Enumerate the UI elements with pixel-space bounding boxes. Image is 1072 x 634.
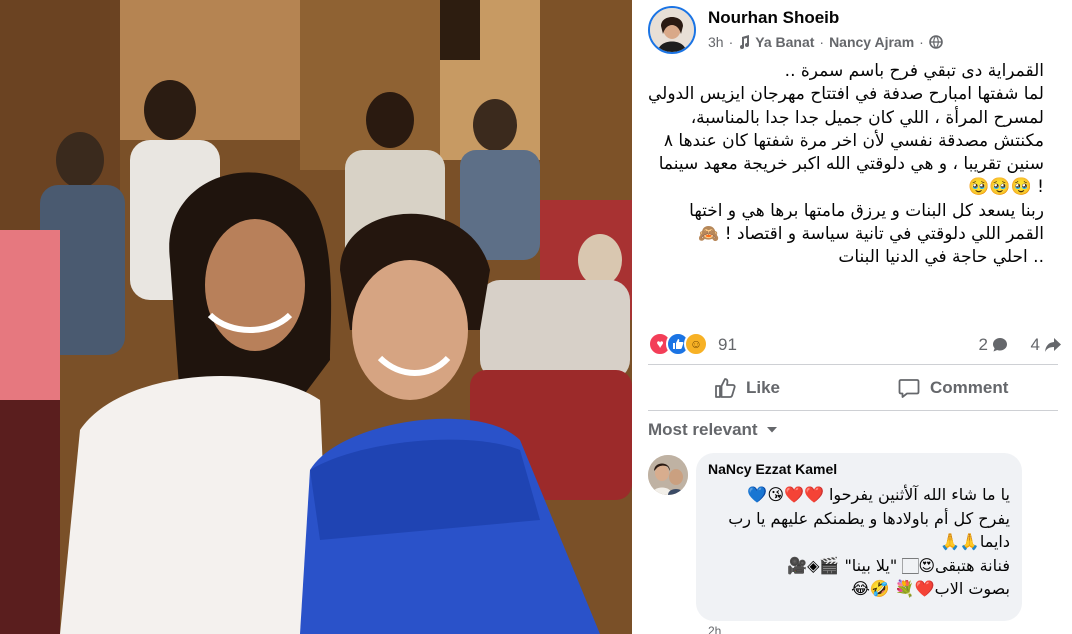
post-time[interactable]: 3h [708, 34, 724, 50]
photo-illustration [0, 0, 632, 634]
comment-filter-dropdown[interactable]: Most relevant [648, 420, 778, 440]
commenter-avatar-image [648, 455, 688, 495]
reactions-count[interactable]: 91 [718, 335, 737, 355]
comment-count-icon [993, 338, 1007, 352]
meta-separator: · [919, 34, 924, 50]
post-meta: 3h · Ya Banat · Nancy Ajram · [708, 34, 943, 50]
post-text-line: .. احلي حاجة في الدنيا البنات [838, 247, 1044, 268]
commenter-avatar[interactable] [648, 455, 688, 495]
post-text-line: ربنا يسعد كل البنات و يرزق مامتها برها ه… [689, 200, 1044, 245]
comment-icon [898, 379, 920, 398]
comment-text-line: يفرح كل أم باولادها و يطمنكم عليهم يا رب… [728, 508, 1010, 552]
post-text-line: لما شفتها امبارح صدفة في افتتاح مهرجان ا… [647, 84, 1044, 198]
share-count-icon [1045, 338, 1061, 352]
comment-time[interactable]: 2h [708, 624, 721, 634]
post-artist[interactable]: Nancy Ajram [829, 34, 914, 50]
comments-count: 2 [978, 335, 988, 354]
author-avatar[interactable] [648, 6, 696, 54]
like-button[interactable]: Like [714, 368, 780, 408]
comment-text-line: يا ما شاء الله آلأثنين يفرحوا ❤️❤️😘💙 [747, 485, 1010, 504]
music-note-icon [740, 35, 750, 49]
comment-label: Comment [930, 378, 1009, 397]
post-panel: Nourhan Shoeib 3h · Ya Banat · Nancy Ajr… [632, 0, 1072, 634]
comment-text-line: بصوت الاب❤️💐 🤣😂 [851, 579, 1010, 598]
comment-button[interactable]: Comment [898, 368, 1008, 408]
comment-filter-label: Most relevant [648, 420, 758, 439]
action-row: Like Comment [648, 368, 1058, 408]
divider [648, 364, 1058, 365]
globe-icon [929, 35, 943, 49]
chevron-down-icon [766, 427, 777, 433]
like-label: Like [746, 378, 781, 397]
care-reaction-icon: ☺ [684, 332, 708, 356]
avatar-image [650, 8, 694, 52]
comment-author[interactable]: NaNcy Ezzat Kamel [708, 461, 1010, 477]
shares-count: 4 [1030, 335, 1040, 354]
post-text-line: القمراية دى تبقي فرح باسم سمرة .. [784, 61, 1044, 81]
post-photo[interactable] [0, 0, 632, 634]
meta-separator: · [728, 34, 734, 50]
comment-bubble: NaNcy Ezzat Kamel يا ما شاء الله آلأثنين… [696, 453, 1022, 621]
comments-count-link[interactable]: 2 [979, 335, 1008, 355]
thumbs-up-icon [715, 378, 736, 398]
meta-separator: · [819, 34, 825, 50]
reactions-row: ♥ ☺ 91 2 4 [648, 332, 1062, 358]
post-text: القمراية دى تبقي فرح باسم سمرة .. لما شف… [648, 60, 1044, 270]
comment-text: يا ما شاء الله آلأثنين يفرحوا ❤️❤️😘💙 يفر… [708, 483, 1010, 601]
shares-count-link[interactable]: 4 [1031, 335, 1062, 355]
comment-text-line: فنانة هتبقى😍🏻 "يلا بينا" 🎬◈🎥 [787, 555, 1010, 575]
divider [648, 410, 1058, 411]
post-song[interactable]: Ya Banat [755, 34, 814, 50]
author-name[interactable]: Nourhan Shoeib [708, 8, 839, 28]
post-header: Nourhan Shoeib 3h · Ya Banat · Nancy Ajr… [648, 4, 1058, 56]
